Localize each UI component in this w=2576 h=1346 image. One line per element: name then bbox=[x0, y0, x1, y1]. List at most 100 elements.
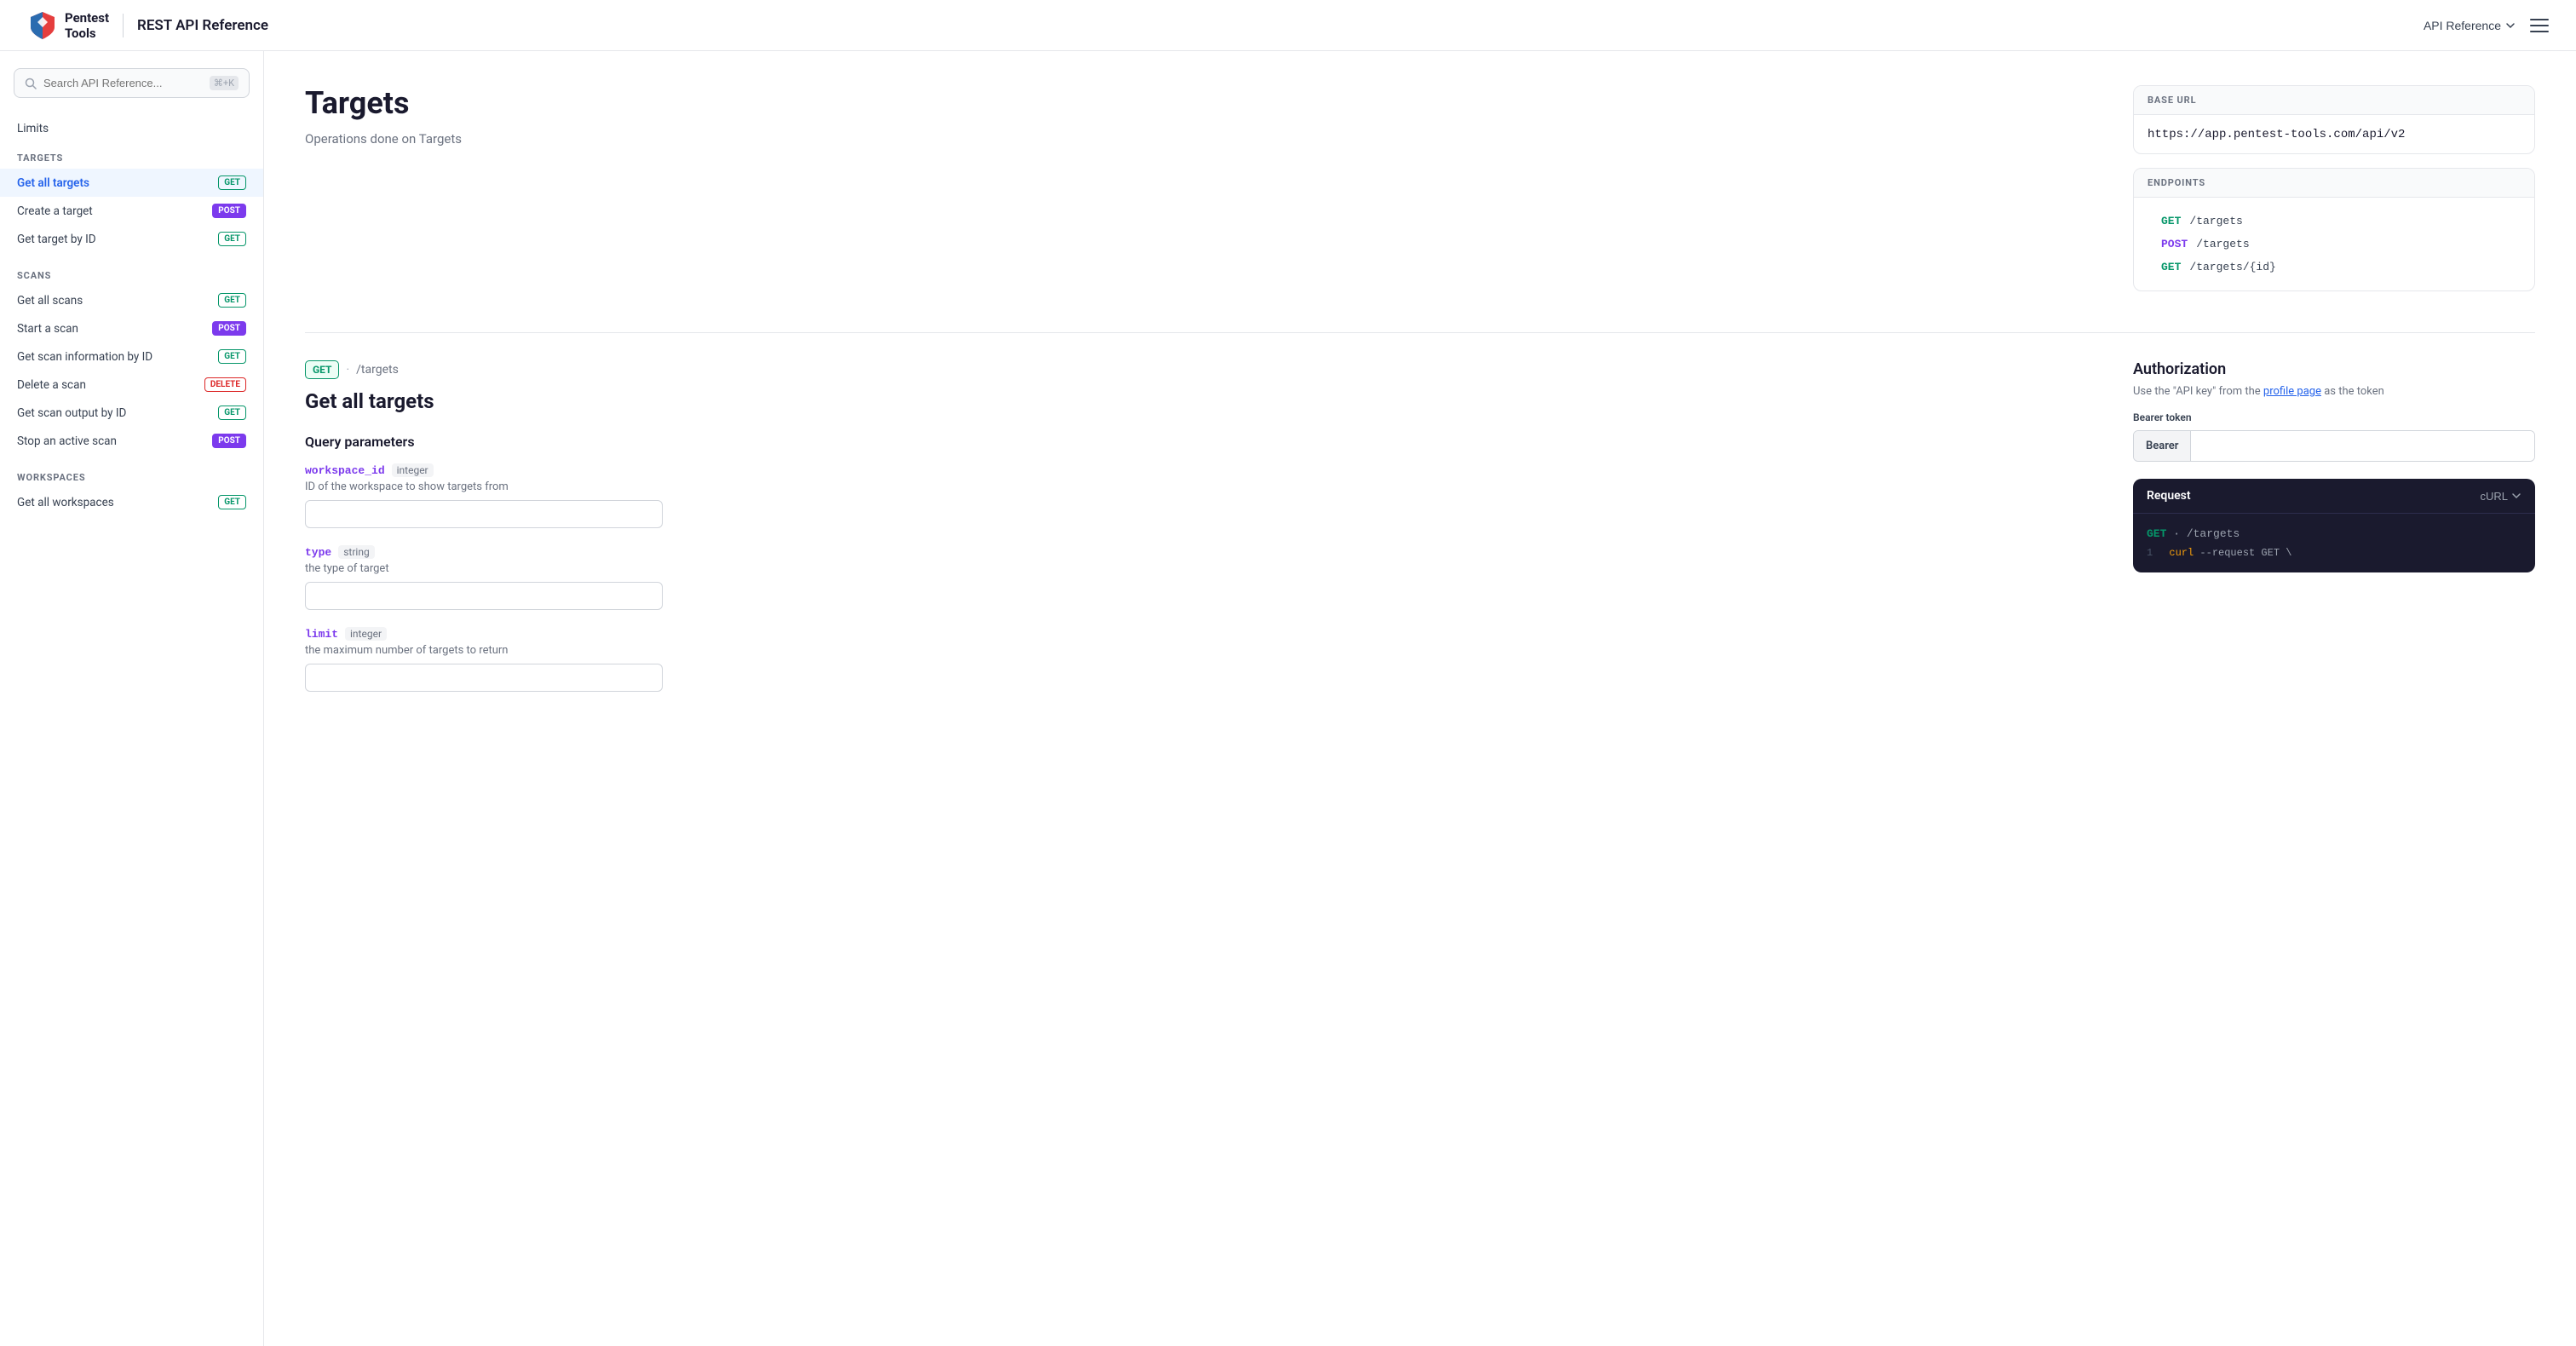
sidebar-section-title-workspaces: WORKSPACES bbox=[0, 462, 263, 488]
request-header: Request cURL bbox=[2133, 479, 2535, 514]
logo: Pentest Tools bbox=[27, 10, 109, 41]
sidebar-item-label: Stop an active scan bbox=[17, 434, 117, 448]
api-reference-button[interactable]: API Reference bbox=[2424, 19, 2516, 32]
sidebar-item-label: Delete a scan bbox=[17, 378, 86, 392]
badge-get: GET bbox=[218, 293, 246, 308]
request-format-button[interactable]: cURL bbox=[2480, 490, 2521, 503]
endpoint-detail-right: Authorization Use the "API key" from the… bbox=[2092, 360, 2535, 709]
content-left: Targets Operations done on Targets bbox=[305, 85, 2092, 305]
param-type: integer bbox=[392, 463, 434, 477]
curl-keyword: curl bbox=[2169, 547, 2194, 559]
param-workspace-id: workspace_id integer ID of the workspace… bbox=[305, 463, 2092, 528]
api-ref-label: API Reference bbox=[2424, 19, 2501, 32]
param-header: type string bbox=[305, 545, 2092, 559]
badge-get: GET bbox=[218, 406, 246, 420]
badge-get: GET bbox=[218, 349, 246, 364]
endpoint-title: Get all targets bbox=[305, 389, 2092, 413]
badge-post: POST bbox=[212, 321, 246, 336]
search-input[interactable] bbox=[43, 77, 203, 89]
sidebar-item-delete-scan[interactable]: Delete a scan DELETE bbox=[0, 371, 263, 399]
badge-get: GET bbox=[218, 232, 246, 246]
sidebar-section-title-scans: SCANS bbox=[0, 260, 263, 286]
profile-page-link[interactable]: profile page bbox=[2263, 385, 2321, 398]
endpoint-path-label: /targets bbox=[356, 363, 399, 377]
request-body: GET · /targets 1 curl --request GET \ bbox=[2133, 514, 2535, 572]
endpoint-detail-left: GET · /targets Get all targets Query par… bbox=[305, 360, 2092, 709]
base-url-card: BASE URL https://app.pentest-tools.com/a… bbox=[2133, 85, 2535, 154]
bearer-token-label: Bearer token bbox=[2133, 411, 2535, 423]
param-name: workspace_id bbox=[305, 464, 385, 477]
sidebar-item-limits[interactable]: Limits bbox=[0, 115, 263, 142]
sidebar-item-stop-scan[interactable]: Stop an active scan POST bbox=[0, 427, 263, 455]
sidebar-section-title-targets: TARGETS bbox=[0, 142, 263, 169]
sidebar-item-get-all-scans[interactable]: Get all scans GET bbox=[0, 286, 263, 314]
endpoint-path: /targets/{id} bbox=[2189, 261, 2275, 273]
request-line: GET · /targets bbox=[2147, 527, 2521, 540]
bearer-token-input[interactable] bbox=[2191, 431, 2534, 461]
header-left: Pentest Tools REST API Reference bbox=[27, 10, 268, 41]
request-title: Request bbox=[2147, 489, 2191, 503]
auth-desc-suffix: as the token bbox=[2321, 385, 2384, 398]
badge-post: POST bbox=[212, 204, 246, 218]
sidebar-item-label: Get all workspaces bbox=[17, 496, 114, 509]
section-divider bbox=[305, 332, 2535, 333]
sidebar-item-create-target[interactable]: Create a target POST bbox=[0, 197, 263, 225]
sidebar-item-label: Get all scans bbox=[17, 294, 83, 308]
sidebar-section-workspaces: WORKSPACES Get all workspaces GET bbox=[0, 462, 263, 516]
sidebar-section-scans: SCANS Get all scans GET Start a scan POS… bbox=[0, 260, 263, 455]
param-desc: ID of the workspace to show targets from bbox=[305, 480, 2092, 493]
param-type: type string the type of target bbox=[305, 545, 2092, 610]
limit-input[interactable] bbox=[305, 664, 663, 692]
endpoint-list-item: GET /targets bbox=[2148, 210, 2521, 233]
endpoint-method-badge: GET bbox=[305, 360, 339, 379]
endpoint-method: GET bbox=[2161, 215, 2181, 227]
param-name: type bbox=[305, 546, 331, 559]
search-keyboard-shortcut: ⌘+K bbox=[210, 76, 239, 90]
header-divider bbox=[123, 14, 124, 37]
layout: ⌘+K Limits TARGETS Get all targets GET C… bbox=[0, 51, 2576, 1346]
param-type: integer bbox=[345, 627, 387, 641]
content-right: BASE URL https://app.pentest-tools.com/a… bbox=[2092, 85, 2535, 305]
header-right: API Reference bbox=[2424, 19, 2549, 32]
badge-delete: DELETE bbox=[204, 377, 246, 392]
chevron-down-icon bbox=[2511, 491, 2521, 501]
request-card: Request cURL GET · /targets 1 bbox=[2133, 479, 2535, 572]
sidebar-item-get-all-workspaces[interactable]: Get all workspaces GET bbox=[0, 488, 263, 516]
logo-text: Pentest Tools bbox=[65, 10, 109, 41]
sidebar-item-get-all-targets[interactable]: Get all targets GET bbox=[0, 169, 263, 197]
auth-section: Authorization Use the "API key" from the… bbox=[2133, 360, 2535, 462]
search-box[interactable]: ⌘+K bbox=[14, 68, 250, 98]
hamburger-menu[interactable] bbox=[2530, 19, 2549, 32]
page-title: Targets bbox=[305, 85, 2092, 121]
endpoint-header: GET · /targets bbox=[305, 360, 2092, 379]
endpoint-detail-area: GET · /targets Get all targets Query par… bbox=[305, 360, 2535, 709]
sidebar-item-get-scan-output[interactable]: Get scan output by ID GET bbox=[0, 399, 263, 427]
workspace-id-input[interactable] bbox=[305, 500, 663, 528]
request-path: · /targets bbox=[2173, 527, 2240, 540]
sidebar-item-start-scan[interactable]: Start a scan POST bbox=[0, 314, 263, 342]
auth-desc-prefix: Use the "API key" from the bbox=[2133, 385, 2263, 398]
query-params-title: Query parameters bbox=[305, 434, 2092, 450]
sidebar-item-label: Start a scan bbox=[17, 322, 78, 336]
endpoint-dot: · bbox=[346, 363, 349, 377]
badge-post: POST bbox=[212, 434, 246, 448]
param-desc: the type of target bbox=[305, 562, 2092, 575]
type-input[interactable] bbox=[305, 582, 663, 610]
endpoint-list: GET /targets POST /targets GET /targets/… bbox=[2148, 210, 2521, 279]
sidebar-item-get-scan-info[interactable]: Get scan information by ID GET bbox=[0, 342, 263, 371]
request-format-label: cURL bbox=[2480, 490, 2508, 503]
chevron-down-icon bbox=[2504, 20, 2516, 32]
endpoint-path: /targets bbox=[2196, 238, 2249, 250]
line-number: 1 bbox=[2147, 547, 2153, 559]
param-name: limit bbox=[305, 628, 338, 641]
sidebar: ⌘+K Limits TARGETS Get all targets GET C… bbox=[0, 51, 264, 1346]
sidebar-item-get-target-by-id[interactable]: Get target by ID GET bbox=[0, 225, 263, 253]
header-title: REST API Reference bbox=[137, 17, 268, 34]
param-type: string bbox=[338, 545, 374, 559]
auth-title: Authorization bbox=[2133, 360, 2535, 378]
auth-desc: Use the "API key" from the profile page … bbox=[2133, 385, 2535, 398]
bearer-prefix: Bearer bbox=[2134, 431, 2191, 461]
endpoint-path: /targets bbox=[2189, 215, 2242, 227]
param-header: limit integer bbox=[305, 627, 2092, 641]
base-url-body: https://app.pentest-tools.com/api/v2 bbox=[2134, 115, 2534, 153]
